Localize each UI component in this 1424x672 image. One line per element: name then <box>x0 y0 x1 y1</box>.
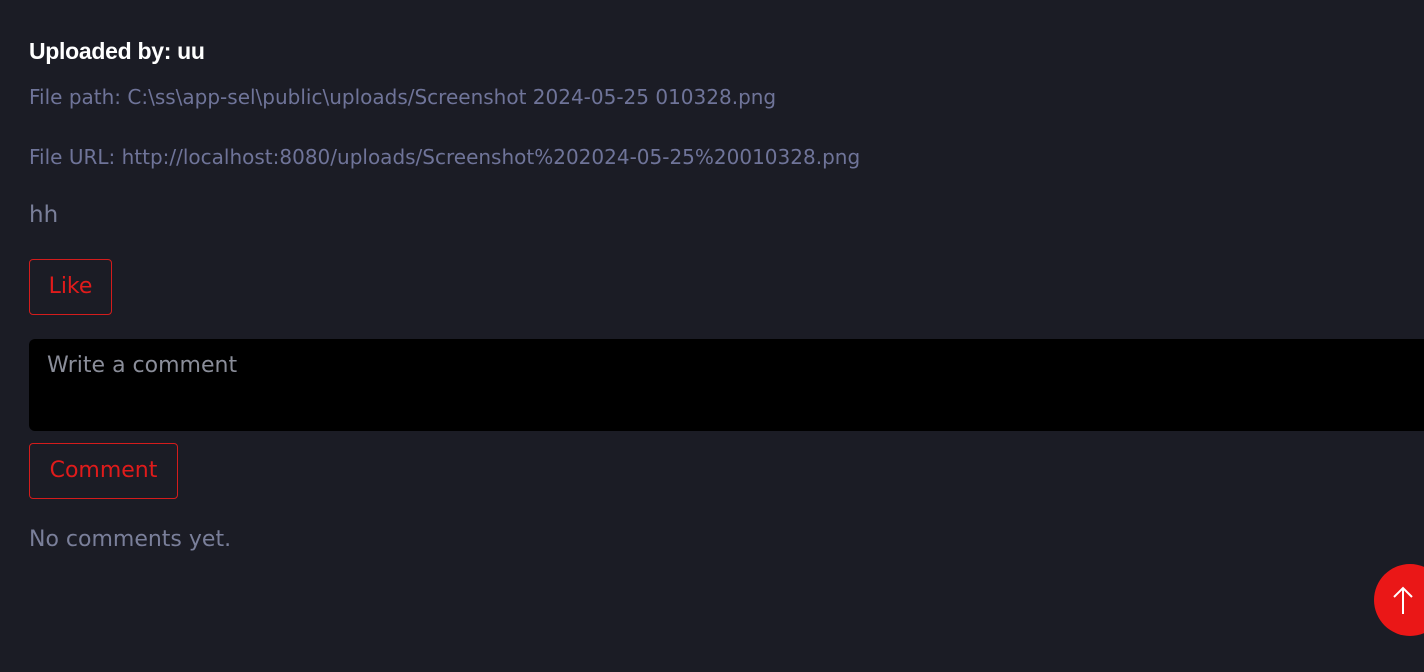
uploader-label: Uploaded by: uu <box>29 38 205 64</box>
like-button[interactable]: Like <box>29 259 112 315</box>
file-path-text: File path: C:\ss\app-sel\public\uploads/… <box>29 85 777 109</box>
no-comments-text: No comments yet. <box>29 527 232 552</box>
post-detail: Uploaded by: uu File path: C:\ss\app-sel… <box>29 0 1424 672</box>
post-description: hh <box>29 202 59 228</box>
file-url-text: File URL: http://localhost:8080/uploads/… <box>29 145 861 169</box>
comment-button[interactable]: Comment <box>29 443 178 499</box>
arrow-up-icon <box>1393 586 1413 614</box>
comment-input[interactable] <box>29 339 1424 431</box>
